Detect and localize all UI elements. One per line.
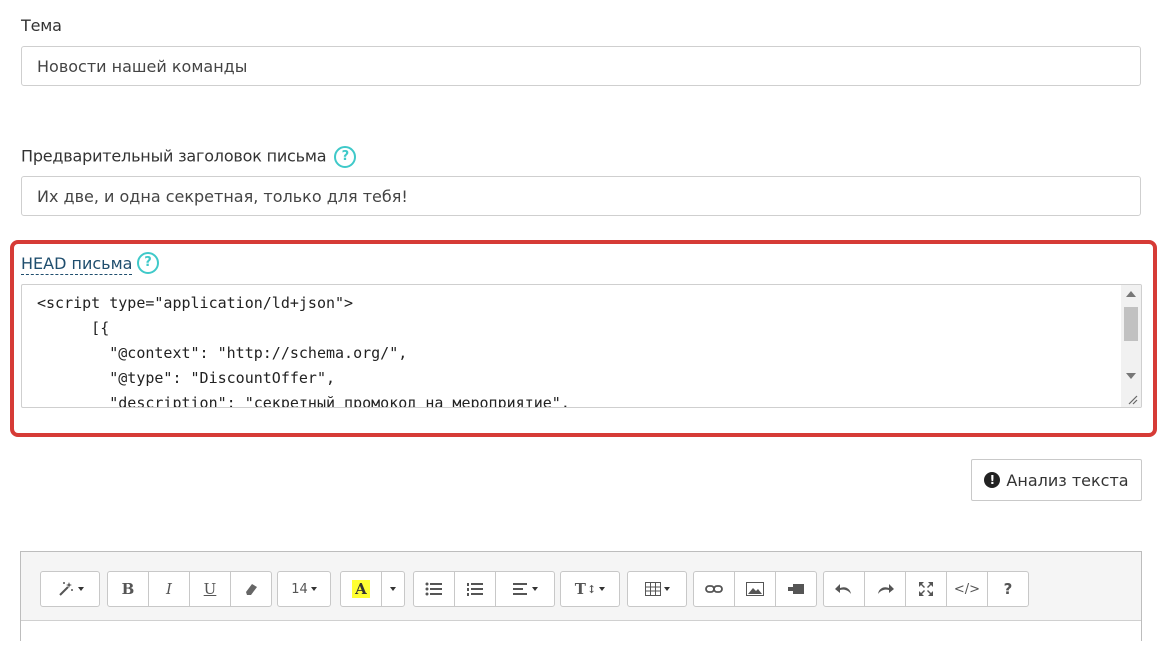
video-button[interactable] — [775, 571, 817, 607]
undo-button[interactable] — [823, 571, 865, 607]
italic-button[interactable]: I — [148, 571, 190, 607]
preheader-label: Предварительный заголовок письма? — [21, 146, 357, 168]
head-code-textarea[interactable]: <script type="application/ld+json"> [{ "… — [21, 284, 1142, 408]
chevron-down-icon — [663, 587, 670, 591]
image-button[interactable] — [734, 571, 776, 607]
color-group: A — [340, 571, 405, 607]
subject-label: Тема — [21, 16, 62, 35]
scroll-thumb[interactable] — [1124, 307, 1138, 341]
color-dropdown-button[interactable] — [381, 571, 405, 607]
numbered-list-icon — [467, 583, 483, 596]
updown-arrow-icon: ↕ — [586, 582, 597, 596]
bullet-list-icon — [425, 582, 442, 596]
help-icon[interactable]: ? — [334, 146, 357, 168]
scroll-down-arrow-icon[interactable] — [1126, 373, 1136, 379]
subject-input[interactable]: Новости нашей команды — [21, 46, 1141, 86]
table-group — [627, 571, 687, 607]
chevron-down-icon — [390, 587, 396, 591]
magic-wand-icon — [58, 582, 73, 596]
preheader-label-text: Предварительный заголовок письма — [21, 146, 327, 166]
video-icon — [788, 584, 804, 594]
paragraph-group — [413, 571, 555, 607]
font-size-group: 14 — [277, 571, 331, 607]
insert-group — [693, 571, 817, 607]
textarea-scrollbar[interactable] — [1121, 285, 1141, 407]
bullet-list-button[interactable] — [413, 571, 455, 607]
highlight-color-button[interactable]: A — [340, 571, 382, 607]
bold-button[interactable]: B — [107, 571, 149, 607]
table-icon — [644, 582, 661, 596]
help-button[interactable]: ? — [987, 571, 1029, 607]
table-dropdown[interactable] — [627, 571, 687, 607]
head-label[interactable]: HEAD письма — [21, 254, 133, 275]
style-group — [40, 571, 100, 607]
height-group: T ↕ — [560, 571, 620, 607]
image-icon — [746, 582, 764, 596]
numbered-list-button[interactable] — [454, 571, 496, 607]
line-height-icon: T — [574, 580, 586, 598]
line-height-dropdown[interactable]: T ↕ — [560, 571, 620, 607]
exclamation-icon: ! — [984, 472, 1001, 488]
preheader-input[interactable]: Их две, и одна секретная, только для теб… — [21, 176, 1141, 216]
undo-icon — [835, 584, 851, 594]
align-dropdown[interactable] — [495, 571, 555, 607]
rich-text-editor: B I U 14 A T ↕ </> ? — [20, 551, 1142, 651]
misc-group: </> ? — [823, 571, 1029, 607]
fullscreen-button[interactable] — [905, 571, 947, 607]
head-help-icon[interactable]: ? — [137, 252, 159, 274]
link-icon — [705, 585, 723, 593]
eraser-button[interactable] — [230, 571, 272, 607]
resize-grip-icon[interactable] — [1126, 393, 1138, 405]
chevron-down-icon — [599, 587, 606, 591]
redo-button[interactable] — [864, 571, 906, 607]
font-size-value: 14 — [291, 581, 308, 597]
analyze-text-button[interactable]: ! Анализ текста — [971, 459, 1142, 501]
underline-button[interactable]: U — [189, 571, 231, 607]
head-code-content[interactable]: <script type="application/ld+json"> [{ "… — [37, 291, 570, 407]
chevron-down-icon — [531, 587, 538, 591]
align-left-icon — [512, 583, 527, 595]
magic-wand-button[interactable] — [40, 571, 100, 607]
editor-content-area[interactable] — [21, 620, 1141, 651]
scroll-up-arrow-icon[interactable] — [1126, 291, 1136, 297]
highlight-color-label: A — [352, 580, 370, 598]
code-view-button[interactable]: </> — [946, 571, 988, 607]
link-button[interactable] — [693, 571, 735, 607]
font-style-group: B I U — [107, 571, 272, 607]
fullscreen-icon — [919, 582, 933, 596]
analyze-text-label: Анализ текста — [1006, 470, 1129, 490]
chevron-down-icon — [77, 587, 84, 591]
eraser-icon — [246, 584, 257, 595]
chevron-down-icon — [310, 587, 317, 591]
font-size-dropdown[interactable]: 14 — [277, 571, 331, 607]
redo-icon — [878, 584, 894, 594]
